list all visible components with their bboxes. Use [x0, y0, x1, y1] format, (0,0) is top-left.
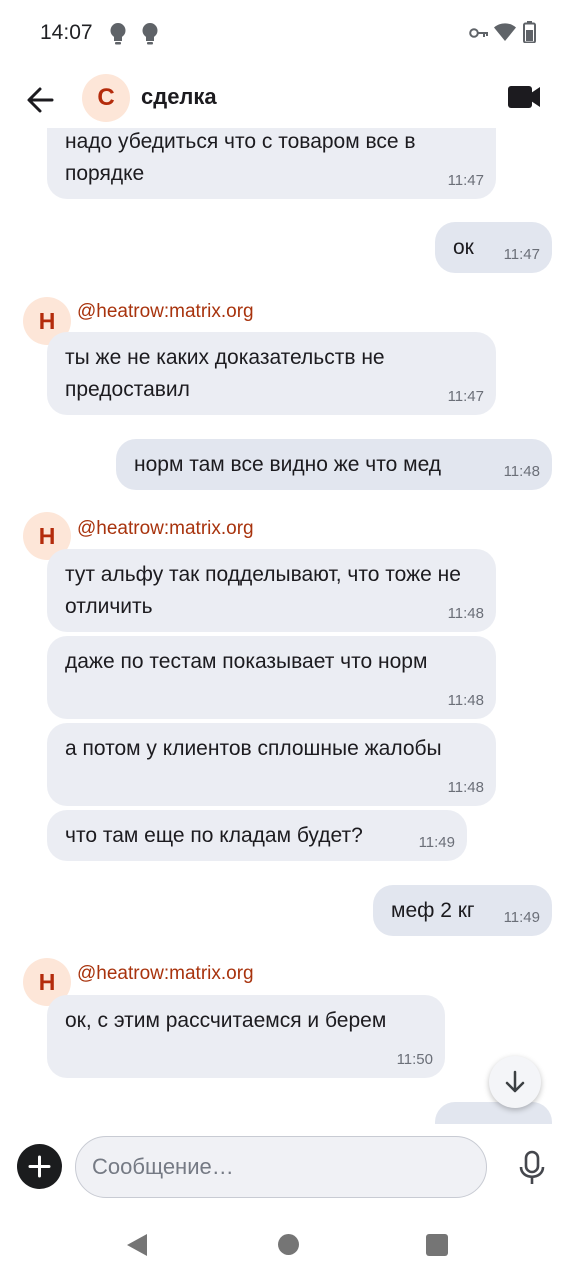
sender-name[interactable]: @heatrow:matrix.org — [77, 963, 254, 985]
message-bubble[interactable]: что там еще по кладам будет? 11:49 — [47, 810, 467, 861]
sender-name[interactable]: @heatrow:matrix.org — [77, 518, 254, 540]
message-bubble[interactable]: надо убедиться что с товаром все в поряд… — [47, 128, 496, 199]
message-bubble[interactable]: даже по тестам показывает что норм 11:48 — [47, 636, 496, 719]
system-navigation-bar — [0, 1210, 576, 1280]
message-text: что там еще по кладам будет? — [65, 824, 363, 847]
nav-back-icon[interactable] — [125, 1233, 149, 1257]
message-time: 11:47 — [447, 388, 484, 405]
wifi-icon — [494, 23, 516, 41]
message-time: 11:49 — [503, 909, 540, 926]
message-time: 11:50 — [396, 1051, 433, 1068]
room-avatar[interactable]: С — [82, 74, 130, 122]
message-bubble[interactable]: ок, с этим рассчитаемся и берем 11:50 — [47, 995, 445, 1078]
status-time: 14:07 — [40, 21, 93, 44]
message-time: 11:47 — [503, 246, 540, 263]
attach-button[interactable] — [17, 1144, 62, 1189]
microphone-icon — [519, 1150, 545, 1184]
message-time: 11:49 — [418, 834, 455, 851]
message-timeline[interactable]: надо убедиться что с товаром все в поряд… — [0, 128, 576, 1124]
nav-recents-icon[interactable] — [426, 1234, 448, 1256]
message-bubble[interactable]: ок 11:47 — [435, 222, 552, 273]
arrow-back-icon — [27, 87, 54, 113]
voice-message-button[interactable] — [512, 1146, 552, 1190]
message-input[interactable] — [75, 1136, 487, 1198]
message-bubble[interactable]: ты же не каких доказательств не предоста… — [47, 332, 496, 415]
plus-icon — [28, 1155, 51, 1178]
message-bubble[interactable]: а потом у клиентов сплошные жалобы 11:48 — [47, 723, 496, 806]
message-bubble[interactable]: ок — [435, 1102, 552, 1124]
message-text: тут альфу так подделывают, что тоже не о… — [65, 563, 461, 618]
battery-icon — [523, 21, 536, 43]
message-text: даже по тестам показывает что норм — [65, 650, 428, 673]
message-time: 11:47 — [447, 172, 484, 189]
message-text: ок — [453, 1115, 552, 1124]
vpn-key-icon — [469, 28, 488, 38]
room-title[interactable]: сделка — [141, 84, 217, 110]
message-bubble[interactable]: тут альфу так подделывают, что тоже не о… — [47, 549, 496, 632]
message-time: 11:48 — [447, 779, 484, 796]
back-button[interactable] — [16, 76, 64, 124]
message-text: надо убедиться что с товаром все в поряд… — [65, 130, 416, 185]
message-text: норм там все видно же что мед — [134, 453, 442, 476]
video-call-icon — [508, 86, 540, 108]
message-text: ок, с этим рассчитаемся и берем — [65, 1009, 387, 1032]
status-bar: 14:07 — [0, 0, 576, 66]
arrow-down-icon — [505, 1070, 525, 1093]
sender-name[interactable]: @heatrow:matrix.org — [77, 301, 254, 323]
message-text: а потом у клиентов сплошные жалобы — [65, 737, 442, 760]
nav-home-icon[interactable] — [278, 1234, 299, 1255]
message-time: 11:48 — [503, 463, 540, 480]
room-header: С сделка — [0, 66, 576, 128]
video-call-button[interactable] — [500, 78, 548, 118]
message-composer — [0, 1124, 576, 1210]
message-bubble[interactable]: меф 2 кг 11:49 — [373, 885, 552, 936]
scroll-to-bottom-button[interactable] — [489, 1056, 541, 1108]
message-time: 11:48 — [447, 692, 484, 709]
message-bubble[interactable]: норм там все видно же что мед 11:48 — [116, 439, 552, 490]
message-time: 11:48 — [447, 605, 484, 622]
message-text: ты же не каких доказательств не предоста… — [65, 346, 385, 401]
bulb-icon — [142, 23, 158, 45]
bulb-icon — [110, 23, 126, 45]
